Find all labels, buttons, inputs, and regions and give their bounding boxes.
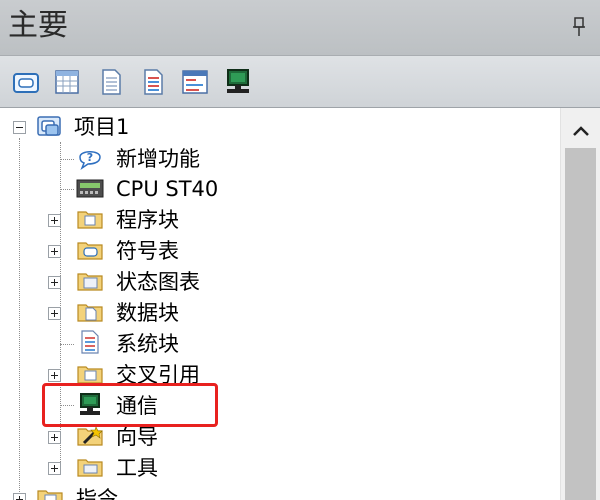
panel-title-bar: 主要 xyxy=(0,0,600,56)
collapse-toggle[interactable] xyxy=(13,121,26,134)
expand-toggle[interactable] xyxy=(48,462,61,475)
cross-reference-icon[interactable] xyxy=(181,68,209,96)
scroll-up-icon[interactable] xyxy=(567,116,595,146)
tree-item-label: 向导 xyxy=(116,425,158,449)
system-block-icon[interactable] xyxy=(139,68,167,96)
data-block-folder-icon xyxy=(77,304,103,322)
data-block-icon[interactable] xyxy=(97,68,125,96)
tree-item-project[interactable]: 项目1 xyxy=(0,112,300,142)
symbol-table-icon[interactable] xyxy=(12,68,40,96)
symbol-table-folder-icon xyxy=(77,242,103,260)
tree-item-label: 程序块 xyxy=(116,208,179,232)
svg-text:?: ? xyxy=(87,151,93,164)
tree-item-program-block[interactable]: 程序块 xyxy=(0,205,300,235)
cpu-icon xyxy=(76,179,104,198)
help-icon: ? xyxy=(79,151,101,170)
project-tree: 项目1 ? 新增功能 CPU ST40 程序块 符号表 状态图表 数据块 系统块… xyxy=(0,108,560,500)
tree-item-label: 工具 xyxy=(116,456,158,480)
tree-item-cpu[interactable]: CPU ST40 xyxy=(0,174,300,204)
system-block-icon xyxy=(81,330,99,354)
expand-toggle[interactable] xyxy=(48,214,61,227)
tree-item-label: 系统块 xyxy=(116,332,179,356)
tree-item-instructions[interactable]: 指令 xyxy=(0,484,300,500)
project-icon xyxy=(37,116,61,136)
tools-folder-icon xyxy=(77,459,103,477)
tree-item-label: 项目1 xyxy=(74,115,130,139)
tree-item-data-block[interactable]: 数据块 xyxy=(0,298,300,328)
wizard-folder-icon xyxy=(77,426,103,446)
scroll-thumb[interactable] xyxy=(565,148,596,500)
panel-title: 主要 xyxy=(8,8,68,43)
expand-toggle[interactable] xyxy=(13,493,26,500)
expand-toggle[interactable] xyxy=(48,276,61,289)
status-chart-folder-icon xyxy=(77,273,103,291)
expand-toggle[interactable] xyxy=(48,245,61,258)
tree-item-label: 数据块 xyxy=(116,301,179,325)
pin-icon[interactable] xyxy=(572,17,586,37)
vertical-scrollbar[interactable] xyxy=(560,108,600,500)
tree-item-label: 状态图表 xyxy=(116,270,200,294)
tree-item-label: 符号表 xyxy=(116,239,179,263)
tree-item-system-block[interactable]: 系统块 xyxy=(0,329,300,359)
tree-item-symbol-table[interactable]: 符号表 xyxy=(0,236,300,266)
program-block-folder-icon xyxy=(77,211,103,229)
instructions-folder-icon xyxy=(37,490,63,500)
communication-icon[interactable] xyxy=(224,68,252,96)
tree-item-label: 指令 xyxy=(76,487,118,500)
tree-item-label: 新增功能 xyxy=(116,147,200,171)
expand-toggle[interactable] xyxy=(48,369,61,382)
tree-item-status-chart[interactable]: 状态图表 xyxy=(0,267,300,297)
expand-toggle[interactable] xyxy=(48,307,61,320)
status-chart-icon[interactable] xyxy=(53,68,81,96)
toolbar xyxy=(0,56,600,108)
highlight-box xyxy=(42,383,218,427)
tree-item-tools[interactable]: 工具 xyxy=(0,453,300,483)
expand-toggle[interactable] xyxy=(48,431,61,444)
tree-item-new-features[interactable]: ? 新增功能 xyxy=(0,144,300,174)
tree-item-label: CPU ST40 xyxy=(116,177,219,201)
